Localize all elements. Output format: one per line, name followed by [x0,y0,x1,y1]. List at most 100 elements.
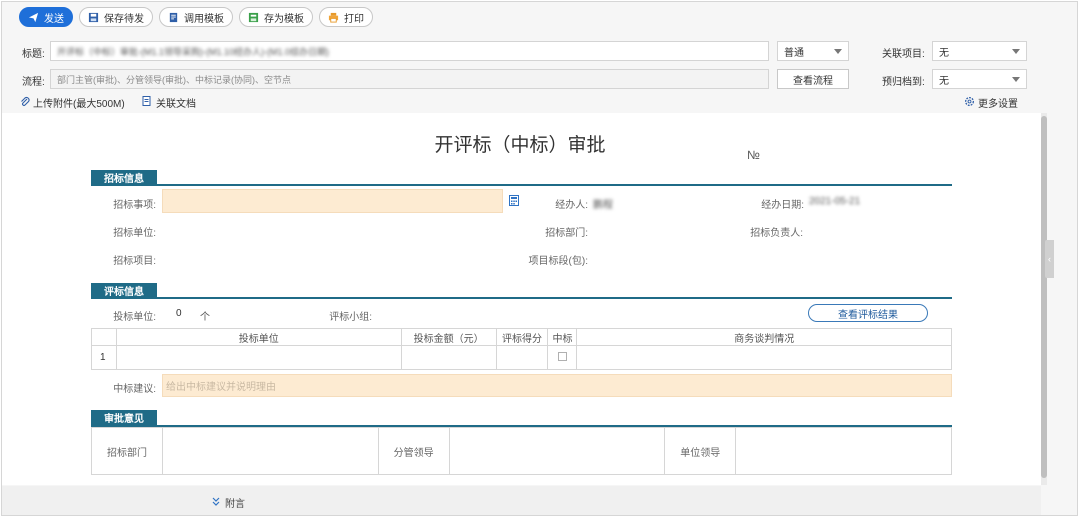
bid-project-label: 招标项目: [113,256,156,267]
upload-label: 上传附件(最大500M) [33,99,125,110]
winner-checkbox[interactable] [557,351,567,361]
approval-dept-opinion[interactable] [161,427,379,475]
archive-select[interactable]: 无 [932,69,1027,89]
form-title: 开评标（中标）审批 [434,135,606,156]
save-as-template-button[interactable]: 存为模板 [239,7,313,27]
related-doc-link[interactable]: 关联文档 [142,95,196,110]
related-project-value: 无 [939,47,949,59]
bidder-count-unit: 个 [200,312,210,323]
bidder-cell[interactable] [115,345,402,370]
section-eval-title: 评标信息 [104,287,144,298]
bid-item-label: 招标事项: [113,200,156,211]
section-divider [91,297,952,299]
attachment-label: 附言 [225,499,245,510]
subject-input[interactable]: 开评标（中标）审批-(M1.1领导采购)-(M1.10经办人)-(M1.0综办日… [50,41,769,61]
print-icon [327,11,339,23]
winner-cell [547,345,578,370]
table-header-index [91,328,117,346]
row-index: 1 [91,345,117,370]
save-icon [87,11,99,23]
bidder-count-label: 投标单位: [113,312,156,323]
approval-dept-label: 招标部门 [91,427,163,475]
chevron-left-icon: ‹ [1048,254,1051,264]
priority-value: 普通 [784,47,804,59]
gear-icon [964,96,975,110]
table-header-cell: 投标单位 [115,328,402,346]
subject-value: 开评标（中标）审批-(M1.1领导采购)-(M1.10经办人)-(M1.0综办日… [57,46,330,57]
approval-table: 招标部门 分管领导 单位领导 [91,427,952,475]
bid-dept-label: 招标部门: [545,228,588,239]
bid-table: 投标单位 投标金额（元） 评标得分 中标 商务谈判情况 1 [91,328,952,370]
send-icon [27,11,39,23]
bid-unit-label: 招标单位: [113,228,156,239]
priority-select[interactable]: 普通 [777,41,849,61]
flow-input[interactable]: 部门主管(审批)、分管领导(审批)、中标记录(协同)、空节点 [50,69,769,89]
upload-attachment-link[interactable]: 上传附件(最大500M) [20,95,125,110]
handler-value: 鹏程 [593,200,613,211]
use-template-label: 调用模板 [184,13,224,25]
section-approval: 审批意见 [91,410,157,425]
toolbar: 发送 保存待发 调用模板 存为模板 打印 [19,7,373,27]
template-icon [167,11,179,23]
save-pending-button[interactable]: 保存待发 [79,7,153,27]
more-settings-link[interactable]: 更多设置 [964,95,1018,110]
document-icon [142,95,152,110]
related-project-select[interactable]: 无 [932,41,1027,61]
approval-leader-label: 分管领导 [377,427,450,475]
score-cell[interactable] [495,345,549,370]
award-input[interactable]: 给出中标建议并说明理由 [162,374,952,397]
section-divider [91,184,952,186]
archive-value: 无 [939,75,949,87]
handle-date-label: 经办日期: [761,200,804,211]
award-label: 中标建议: [113,384,156,395]
approval-leader-opinion[interactable] [448,427,666,475]
project-lot-label: 项目标段(包): [528,256,588,267]
print-button[interactable]: 打印 [319,7,373,27]
send-button[interactable]: 发送 [19,7,73,27]
table-header-cell: 投标金额（元） [400,328,497,346]
bidder-count-value: 0 [176,308,182,319]
side-collapse-tab[interactable]: ‹ [1045,240,1054,278]
negotiation-cell[interactable] [576,345,952,370]
table-header-cell: 商务谈判情况 [576,328,952,346]
approval-unit-leader-label: 单位领导 [664,427,737,475]
table-header-row: 投标单位 投标金额（元） 评标得分 中标 商务谈判情况 [91,328,952,346]
table-header-cell: 评标得分 [495,328,549,346]
use-template-button[interactable]: 调用模板 [159,7,233,27]
related-doc-label: 关联文档 [156,99,196,110]
attachment-toggle[interactable]: 附言 [212,495,245,510]
double-chevron-down-icon [212,497,220,509]
footer-bar [2,486,1041,515]
section-bid-title: 招标信息 [104,174,144,185]
approval-row: 招标部门 分管领导 单位领导 [91,427,952,475]
table-header-cell: 中标 [547,328,578,346]
chevron-down-icon [1012,48,1020,54]
section-bid-info: 招标信息 [91,170,157,185]
handler-label: 经办人: [555,200,588,211]
amount-cell[interactable] [400,345,497,370]
more-settings-label: 更多设置 [978,99,1018,110]
subject-label: 标题: [22,49,45,60]
send-label: 发送 [44,13,64,25]
view-eval-results-label: 查看评标结果 [838,309,898,321]
archive-label: 预归档到: [882,77,925,88]
view-flow-button[interactable]: 查看流程 [777,69,849,89]
table-row: 1 [91,345,952,370]
paperclip-icon [20,96,30,110]
calculator-icon[interactable] [509,195,519,209]
approval-unit-leader-opinion[interactable] [735,427,952,475]
section-eval-info: 评标信息 [91,283,157,298]
bid-owner-label: 招标负责人: [750,228,803,239]
eval-group-label: 评标小组: [329,312,372,323]
section-approval-title: 审批意见 [104,414,144,425]
related-project-label: 关联项目: [882,49,925,60]
scrollbar-thumb[interactable] [1041,116,1047,478]
view-eval-results-button[interactable]: 查看评标结果 [808,304,928,322]
view-flow-label: 查看流程 [793,75,833,87]
flow-value: 部门主管(审批)、分管领导(审批)、中标记录(协同)、空节点 [57,74,291,85]
handle-date-value: 2021-05-21 [809,196,861,207]
bid-item-input[interactable] [162,189,503,213]
chevron-down-icon [834,48,842,54]
save-pending-label: 保存待发 [104,13,144,25]
flow-label: 流程: [22,77,45,88]
